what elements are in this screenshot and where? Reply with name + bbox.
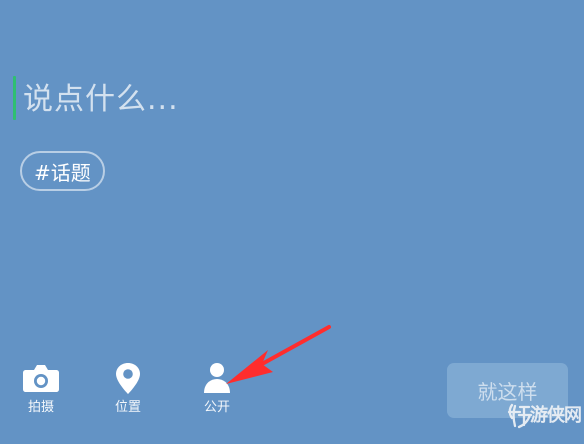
red-arrow-annotation <box>226 325 331 384</box>
location-button[interactable]: 位置 <box>101 361 155 421</box>
privacy-label: 公开 <box>203 400 230 415</box>
camera-label: 拍摄 <box>27 400 54 415</box>
camera-icon <box>23 365 59 392</box>
submit-button[interactable]: 就这样 <box>447 363 568 418</box>
location-label: 位置 <box>114 400 141 415</box>
camera-button[interactable]: 拍摄 <box>14 361 68 421</box>
post-composer-screen: 说点什么... #话题 拍摄 位置 公开 就这样 游侠网 <box>0 0 584 444</box>
post-text-input[interactable]: 说点什么... <box>23 80 179 120</box>
location-pin-icon <box>116 363 140 394</box>
text-cursor <box>13 76 16 120</box>
topic-tag-button[interactable]: #话题 <box>20 151 105 191</box>
